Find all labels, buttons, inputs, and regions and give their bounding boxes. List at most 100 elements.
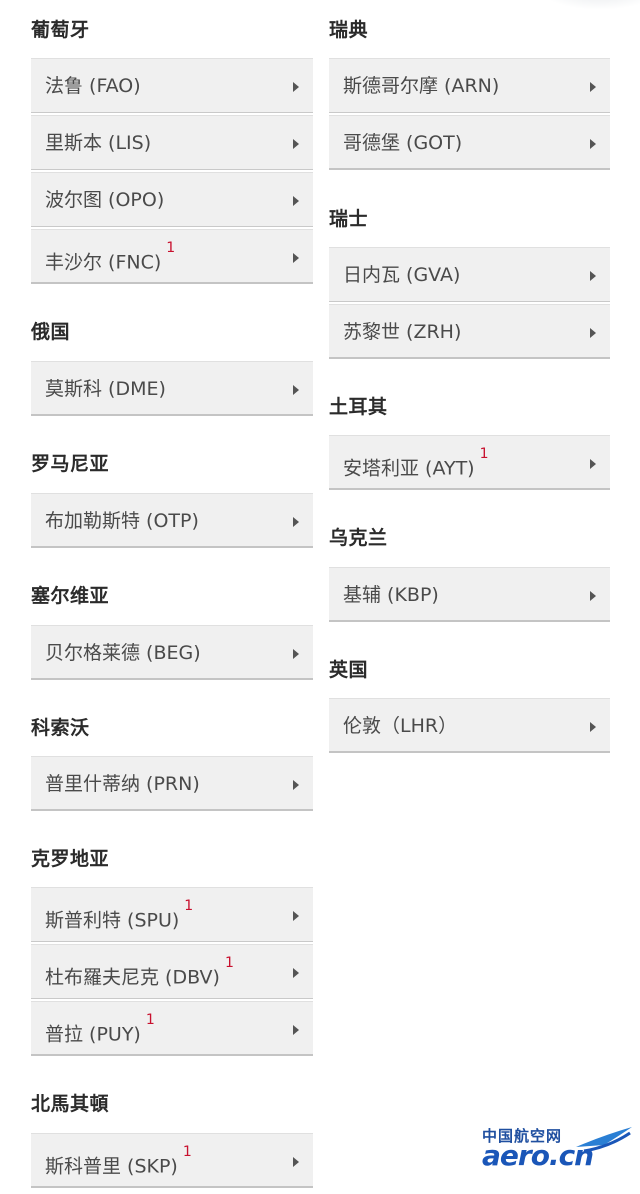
corner-decoration bbox=[540, 0, 640, 10]
airport-item-got[interactable]: 哥德堡 (GOT) bbox=[329, 115, 610, 170]
airport-label: 安塔利亚 (AYT)1 bbox=[343, 436, 489, 496]
airport-item-beg[interactable]: 贝尔格莱德 (BEG) bbox=[31, 625, 313, 680]
airport-item-arn[interactable]: 斯德哥尔摩 (ARN) bbox=[329, 58, 610, 113]
airport-name: 安塔利亚 (AYT) bbox=[343, 457, 475, 480]
country-heading: 瑞士 bbox=[329, 208, 369, 230]
footnote-marker: 1 bbox=[166, 240, 176, 256]
airport-list: 贝尔格莱德 (BEG) bbox=[31, 625, 313, 680]
airport-item-dbv[interactable]: 杜布羅夫尼克 (DBV)1 bbox=[31, 944, 313, 999]
airport-list: 法鲁 (FAO) 里斯本 (LIS) 波尔图 (OPO) 丰沙尔 (FNC)1 bbox=[31, 58, 313, 284]
chevron-right-icon bbox=[293, 82, 299, 92]
plane-icon bbox=[576, 1127, 632, 1153]
footnote-marker: 1 bbox=[184, 898, 194, 914]
aero-cn-watermark: 中国航空网 aero.cn bbox=[482, 1125, 634, 1175]
airport-label: 杜布羅夫尼克 (DBV)1 bbox=[45, 945, 234, 1005]
airport-name: 莫斯科 (DME) bbox=[45, 378, 166, 400]
chevron-right-icon bbox=[293, 1025, 299, 1035]
chevron-right-icon bbox=[590, 271, 596, 281]
airport-name: 伦敦（LHR） bbox=[343, 715, 458, 737]
airport-name: 波尔图 (OPO) bbox=[45, 189, 165, 211]
chevron-right-icon bbox=[293, 780, 299, 790]
country-heading: 北馬其頓 bbox=[31, 1093, 110, 1115]
airport-name: 里斯本 (LIS) bbox=[45, 132, 152, 154]
footnote-marker: 1 bbox=[224, 955, 234, 971]
footnote-marker: 1 bbox=[479, 446, 489, 462]
airport-item-fao[interactable]: 法鲁 (FAO) bbox=[31, 58, 313, 113]
chevron-right-icon bbox=[590, 722, 596, 732]
airport-label: 丰沙尔 (FNC)1 bbox=[45, 230, 175, 290]
country-heading: 塞尔维亚 bbox=[31, 585, 110, 607]
airport-list: 日内瓦 (GVA) 苏黎世 (ZRH) bbox=[329, 247, 610, 359]
airport-label: 伦敦（LHR） bbox=[343, 699, 457, 754]
airport-list: 伦敦（LHR） bbox=[329, 698, 610, 753]
airport-item-lhr[interactable]: 伦敦（LHR） bbox=[329, 698, 610, 753]
airport-item-zrh[interactable]: 苏黎世 (ZRH) bbox=[329, 304, 610, 359]
airport-list: 斯普利特 (SPU)1 杜布羅夫尼克 (DBV)1 普拉 (PUY)1 bbox=[31, 887, 313, 1056]
chevron-right-icon bbox=[590, 591, 596, 601]
airport-label: 波尔图 (OPO) bbox=[45, 173, 164, 228]
airport-label: 苏黎世 (ZRH) bbox=[343, 305, 461, 360]
airport-label: 贝尔格莱德 (BEG) bbox=[45, 626, 201, 681]
airport-label: 布加勒斯特 (OTP) bbox=[45, 494, 199, 549]
airport-name: 哥德堡 (GOT) bbox=[343, 132, 463, 154]
airport-list: 安塔利亚 (AYT)1 bbox=[329, 435, 610, 490]
airport-list: 莫斯科 (DME) bbox=[31, 361, 313, 416]
airport-item-kbp[interactable]: 基辅 (KBP) bbox=[329, 567, 610, 622]
airport-item-puy[interactable]: 普拉 (PUY)1 bbox=[31, 1001, 313, 1056]
footnote-marker: 1 bbox=[145, 1012, 155, 1028]
airport-label: 里斯本 (LIS) bbox=[45, 116, 151, 171]
airport-label: 普里什蒂纳 (PRN) bbox=[45, 757, 200, 812]
chevron-right-icon bbox=[590, 82, 596, 92]
country-heading: 俄国 bbox=[31, 321, 71, 343]
chevron-right-icon bbox=[293, 517, 299, 527]
airport-item-skp[interactable]: 斯科普里 (SKP)1 bbox=[31, 1133, 313, 1188]
airport-name: 丰沙尔 (FNC) bbox=[45, 251, 162, 274]
airport-label: 基辅 (KBP) bbox=[343, 568, 439, 623]
airport-label: 日内瓦 (GVA) bbox=[343, 248, 460, 303]
airport-item-prn[interactable]: 普里什蒂纳 (PRN) bbox=[31, 756, 313, 811]
airport-label: 斯普利特 (SPU)1 bbox=[45, 888, 193, 948]
airport-name: 杜布羅夫尼克 (DBV) bbox=[45, 966, 220, 989]
chevron-right-icon bbox=[293, 968, 299, 978]
airport-name: 日内瓦 (GVA) bbox=[343, 264, 461, 286]
country-heading: 瑞典 bbox=[329, 19, 369, 41]
airport-list: 斯科普里 (SKP)1 bbox=[31, 1133, 313, 1188]
airport-name: 基辅 (KBP) bbox=[343, 584, 439, 606]
chevron-right-icon bbox=[293, 1157, 299, 1167]
airport-label: 斯德哥尔摩 (ARN) bbox=[343, 59, 499, 114]
airport-name: 贝尔格莱德 (BEG) bbox=[45, 642, 201, 664]
airport-item-ayt[interactable]: 安塔利亚 (AYT)1 bbox=[329, 435, 610, 490]
country-heading: 土耳其 bbox=[329, 396, 388, 418]
chevron-right-icon bbox=[293, 911, 299, 921]
airport-label: 法鲁 (FAO) bbox=[45, 59, 141, 114]
chevron-right-icon bbox=[293, 385, 299, 395]
airport-item-gva[interactable]: 日内瓦 (GVA) bbox=[329, 247, 610, 302]
country-heading: 乌克兰 bbox=[329, 527, 388, 549]
chevron-right-icon bbox=[590, 459, 596, 469]
airport-item-opo[interactable]: 波尔图 (OPO) bbox=[31, 172, 313, 227]
airport-item-lis[interactable]: 里斯本 (LIS) bbox=[31, 115, 313, 170]
chevron-right-icon bbox=[293, 253, 299, 263]
airport-name: 普里什蒂纳 (PRN) bbox=[45, 773, 200, 795]
airport-label: 斯科普里 (SKP)1 bbox=[45, 1134, 192, 1194]
airport-label: 莫斯科 (DME) bbox=[45, 362, 166, 417]
airport-name: 布加勒斯特 (OTP) bbox=[45, 510, 199, 532]
country-heading: 葡萄牙 bbox=[31, 19, 90, 41]
airport-list: 布加勒斯特 (OTP) bbox=[31, 493, 313, 548]
airport-name: 斯德哥尔摩 (ARN) bbox=[343, 75, 500, 97]
airport-item-otp[interactable]: 布加勒斯特 (OTP) bbox=[31, 493, 313, 548]
country-heading: 罗马尼亚 bbox=[31, 453, 110, 475]
country-heading: 科索沃 bbox=[31, 717, 90, 739]
chevron-right-icon bbox=[293, 139, 299, 149]
chevron-right-icon bbox=[293, 196, 299, 206]
airport-name: 斯普利特 (SPU) bbox=[45, 909, 180, 932]
airport-item-spu[interactable]: 斯普利特 (SPU)1 bbox=[31, 887, 313, 942]
chevron-right-icon bbox=[590, 328, 596, 338]
chevron-right-icon bbox=[293, 649, 299, 659]
airport-list: 斯德哥尔摩 (ARN) 哥德堡 (GOT) bbox=[329, 58, 610, 170]
airport-item-fnc[interactable]: 丰沙尔 (FNC)1 bbox=[31, 229, 313, 284]
airport-name: 苏黎世 (ZRH) bbox=[343, 321, 462, 343]
airport-item-dme[interactable]: 莫斯科 (DME) bbox=[31, 361, 313, 416]
footnote-marker: 1 bbox=[182, 1144, 192, 1160]
airport-list: 普里什蒂纳 (PRN) bbox=[31, 756, 313, 811]
